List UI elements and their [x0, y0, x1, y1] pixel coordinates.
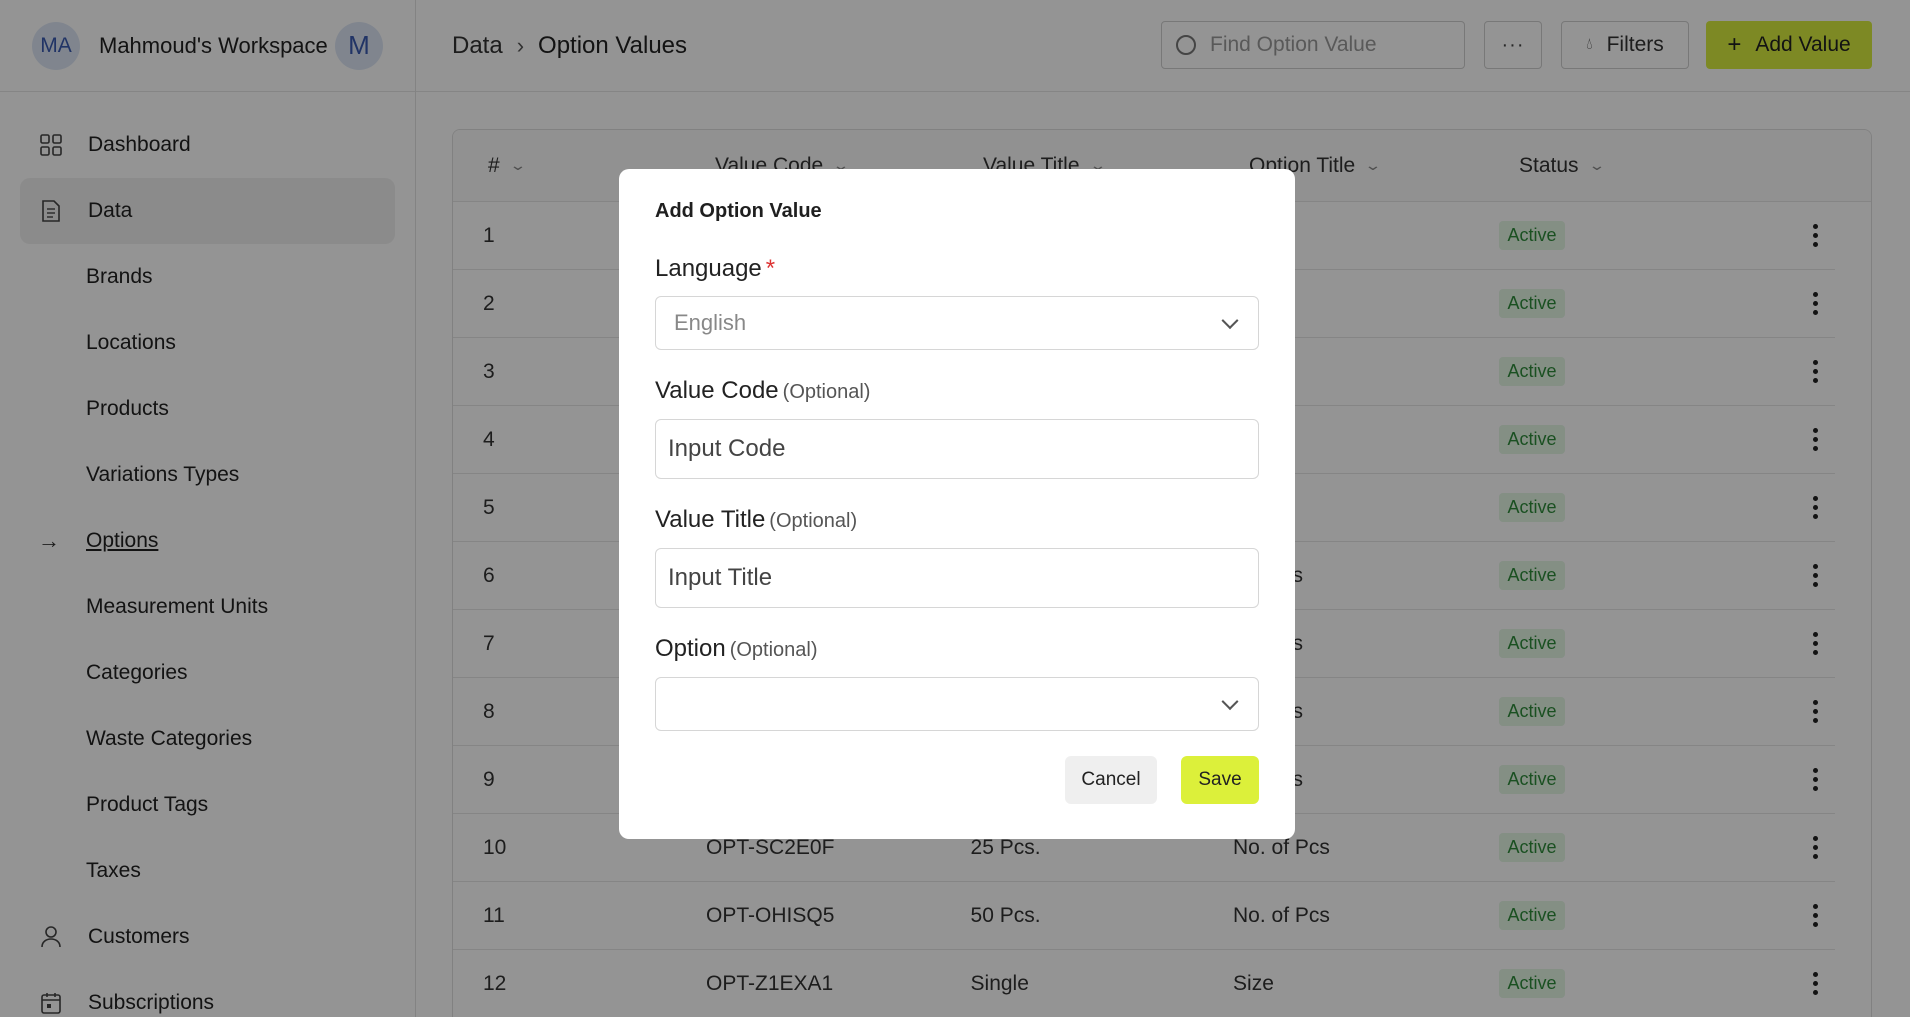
option-label: Option (Optional)	[655, 635, 818, 663]
value-code-label-text: Value Code	[655, 377, 779, 404]
dialog-title: Add Option Value	[655, 200, 822, 222]
add-option-value-dialog: Add Option Value Language * English Value…	[619, 169, 1295, 839]
optional-marker: (Optional)	[782, 381, 871, 403]
language-select-value: English	[674, 310, 747, 335]
language-label-text: Language	[655, 255, 762, 282]
optional-marker: (Optional)	[729, 639, 818, 661]
value-title-label: Value Title (Optional)	[655, 506, 857, 534]
value-title-label-text: Value Title	[655, 506, 766, 533]
value-code-placeholder: Input Code	[668, 435, 786, 462]
value-code-label: Value Code (Optional)	[655, 377, 870, 405]
value-title-placeholder: Input Title	[668, 564, 773, 591]
language-select[interactable]: English	[655, 296, 1259, 350]
language-label: Language *	[655, 255, 775, 283]
option-label-text: Option	[655, 635, 726, 662]
save-button[interactable]: Save	[1181, 756, 1259, 804]
chevron-down-icon	[1221, 312, 1239, 330]
cancel-button[interactable]: Cancel	[1065, 756, 1157, 804]
option-select[interactable]	[655, 677, 1259, 731]
value-code-input[interactable]: Input Code	[655, 419, 1259, 479]
required-marker: *	[765, 255, 776, 282]
optional-marker: (Optional)	[769, 510, 858, 532]
value-title-input[interactable]: Input Title	[655, 548, 1259, 608]
chevron-down-icon	[1221, 693, 1239, 711]
